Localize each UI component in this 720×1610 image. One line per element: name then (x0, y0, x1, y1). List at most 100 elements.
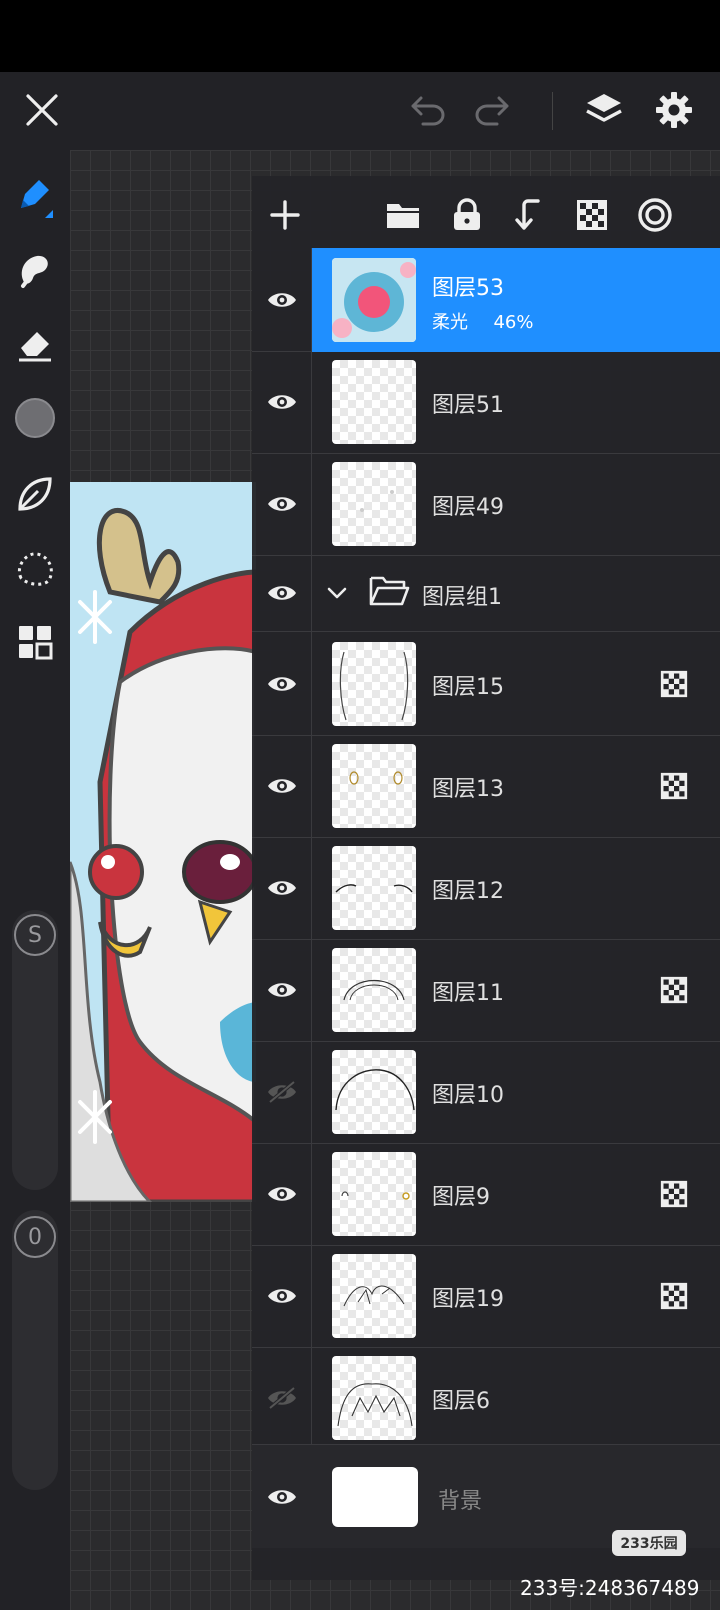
redo-button[interactable] (468, 86, 516, 134)
visibility-toggle[interactable] (252, 1445, 312, 1549)
merge-down-button[interactable] (506, 192, 552, 238)
gear-icon (656, 92, 692, 128)
layer-row[interactable]: 图层9 (252, 1142, 720, 1246)
group-name: 图层组1 (422, 585, 502, 610)
layer-row[interactable]: 图层10 (252, 1040, 720, 1144)
clipping-mask-button[interactable] (569, 192, 615, 238)
layer-name: 图层53 (432, 276, 504, 301)
layer-body[interactable]: 图层51 (312, 350, 720, 454)
layer-row[interactable]: 图层19 (252, 1244, 720, 1348)
layer-body[interactable]: 图层13 (312, 734, 720, 838)
visibility-toggle[interactable] (252, 248, 312, 352)
background-thumbnail (332, 1467, 418, 1527)
layer-name: 图层19 (432, 1287, 504, 1312)
layer-body[interactable]: 图层49 (312, 452, 720, 556)
undo-button[interactable] (404, 86, 452, 134)
target-icon (638, 198, 672, 232)
close-button[interactable] (18, 86, 66, 134)
add-folder-button[interactable] (380, 192, 426, 238)
brush-opacity-slider[interactable]: 0 (12, 1210, 58, 1490)
grid-tool[interactable] (0, 614, 70, 670)
layer-thumbnail (332, 744, 416, 828)
layer-body[interactable]: 图层15 (312, 632, 720, 736)
layer-body[interactable]: 图层9 (312, 1142, 720, 1246)
layer-row[interactable]: 图层11 (252, 938, 720, 1042)
layer-name: 图层15 (432, 675, 504, 700)
close-icon (26, 94, 58, 126)
leaf-tool[interactable] (0, 466, 70, 522)
eraser-icon (19, 332, 51, 362)
visibility-toggle[interactable] (252, 554, 312, 632)
brush-tool[interactable] (0, 168, 70, 224)
lasso-tool[interactable] (0, 540, 70, 596)
thumbnail-image (337, 1383, 413, 1427)
smudge-tool[interactable] (0, 242, 70, 298)
opacity-slider-knob[interactable]: 0 (14, 1216, 56, 1258)
clipping-indicator (660, 670, 688, 698)
layer-thumbnail (332, 1356, 416, 1440)
brush-size-slider[interactable]: S (12, 910, 58, 1190)
thumbnail-image (349, 771, 403, 785)
eraser-tool[interactable] (0, 316, 70, 372)
redo-icon (475, 96, 509, 126)
pen-icon (21, 180, 53, 218)
thumbnail-image (335, 884, 413, 893)
thumbnail-image (332, 258, 416, 342)
folder-open-icon (369, 576, 410, 606)
layer-name: 图层11 (432, 981, 504, 1006)
layer-row[interactable]: 图层13 (252, 734, 720, 838)
layer-group-row[interactable]: 图层组1 (252, 554, 720, 632)
group-expand-toggle[interactable] (326, 582, 348, 608)
layer-body[interactable]: 图层19 (312, 1244, 720, 1348)
arrow-down-left-icon (515, 199, 540, 230)
color-tool[interactable] (0, 390, 70, 446)
layer-body[interactable]: 图层10 (312, 1040, 720, 1144)
layer-name: 图层6 (432, 1389, 490, 1414)
visibility-toggle[interactable] (252, 1244, 312, 1348)
layer-toolbar (252, 176, 720, 254)
settings-button[interactable] (648, 84, 700, 136)
layer-name: 图层10 (432, 1083, 504, 1108)
watermark-text: 233号:248367489 (520, 1576, 700, 1600)
thumbnail-image (341, 1191, 410, 1200)
layer-body[interactable]: 图层53 柔光 46% (312, 248, 720, 352)
visibility-toggle[interactable] (252, 1142, 312, 1246)
layer-name: 图层12 (432, 879, 504, 904)
lasso-icon (18, 552, 53, 586)
size-slider-knob[interactable]: S (14, 914, 56, 956)
undo-icon (411, 96, 445, 126)
canvas-artwork[interactable] (70, 482, 256, 1202)
visibility-toggle[interactable] (252, 1040, 312, 1144)
layer-row[interactable]: 图层6 (252, 1346, 720, 1450)
layer-name: 图层13 (432, 777, 504, 802)
layer-panel: 图层53 柔光 46% 图层51 图层49 图层组1 图层15 图层13 图层1… (252, 176, 720, 1580)
layer-thumbnail (332, 462, 416, 546)
lock-button[interactable] (444, 192, 490, 238)
left-toolbar: S 0 (0, 150, 70, 1610)
layer-body[interactable]: 图层6 (312, 1346, 720, 1450)
layer-body[interactable]: 图层11 (312, 938, 720, 1042)
visibility-toggle[interactable] (252, 452, 312, 556)
layers-button[interactable] (578, 84, 630, 136)
visibility-toggle[interactable] (252, 734, 312, 838)
visibility-toggle[interactable] (252, 938, 312, 1042)
visibility-toggle[interactable] (252, 632, 312, 736)
layer-row[interactable]: 图层12 (252, 836, 720, 940)
checker-icon (577, 200, 607, 230)
layer-row-53[interactable]: 图层53 柔光 46% (252, 248, 720, 352)
artwork-image (70, 482, 256, 1202)
layer-row-51[interactable]: 图层51 (252, 350, 720, 454)
layer-blend-info: 柔光 46% (432, 308, 533, 334)
add-layer-button[interactable] (262, 192, 308, 238)
layer-body[interactable]: 图层12 (312, 836, 720, 940)
watermark-logo: 233乐园 (612, 1530, 686, 1556)
layer-row[interactable]: 图层15 (252, 632, 720, 736)
eye-icon (267, 1289, 296, 1303)
visibility-toggle[interactable] (252, 836, 312, 940)
visibility-toggle[interactable] (252, 1346, 312, 1450)
layer-thumbnail (332, 642, 416, 726)
chevron-down-icon (327, 587, 347, 599)
layer-row-49[interactable]: 图层49 (252, 452, 720, 556)
reference-button[interactable] (632, 192, 678, 238)
visibility-toggle[interactable] (252, 350, 312, 454)
